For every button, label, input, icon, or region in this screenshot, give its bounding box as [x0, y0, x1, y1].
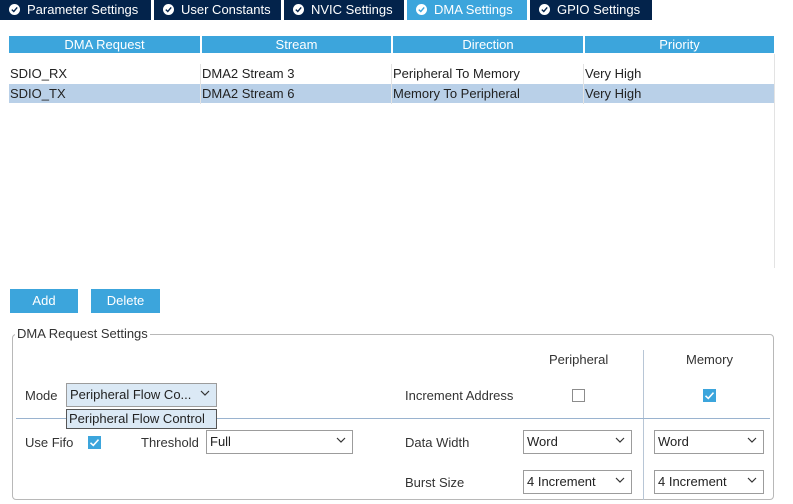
- use-fifo-checkbox[interactable]: [88, 436, 101, 449]
- chevron-down-icon: [200, 390, 210, 396]
- tab-dma-settings[interactable]: DMA Settings: [407, 0, 527, 20]
- data-width-label: Data Width: [405, 435, 470, 450]
- data-width-memory-select[interactable]: Word: [654, 430, 764, 454]
- group-title: DMA Request Settings: [15, 326, 150, 341]
- cell-stream: DMA2 Stream 3: [202, 66, 295, 81]
- column-header-direction[interactable]: Direction: [393, 36, 583, 53]
- column-divider: [200, 64, 201, 104]
- column-header-dma-request[interactable]: DMA Request: [9, 36, 200, 53]
- cell-dma-request: SDIO_RX: [10, 66, 68, 81]
- tab-label: User Constants: [181, 2, 271, 17]
- threshold-value: Full: [210, 434, 231, 449]
- threshold-select[interactable]: Full: [206, 430, 353, 454]
- burst-size-peripheral-select[interactable]: 4 Increment: [523, 470, 632, 494]
- delete-button[interactable]: Delete: [91, 289, 160, 313]
- cell-direction: Memory To Peripheral: [393, 86, 520, 101]
- chevron-down-icon: [615, 477, 625, 483]
- chevron-down-icon: [615, 437, 625, 443]
- checkmark-icon: [704, 392, 715, 400]
- tab-user-constants[interactable]: User Constants: [154, 0, 281, 20]
- cell-stream: DMA2 Stream 6: [202, 86, 295, 101]
- check-circle-icon: [9, 4, 20, 15]
- burst-size-memory-select[interactable]: 4 Increment: [654, 470, 764, 494]
- cell-priority: Very High: [585, 86, 642, 101]
- data-width-peripheral-value: Word: [527, 434, 558, 449]
- threshold-label: Threshold: [141, 435, 199, 450]
- column-header-priority[interactable]: Priority: [585, 36, 774, 53]
- burst-size-peripheral-value: 4 Increment: [527, 474, 596, 489]
- column-divider: [643, 350, 644, 500]
- cell-direction: Peripheral To Memory: [393, 66, 520, 81]
- data-width-peripheral-select[interactable]: Word: [523, 430, 632, 454]
- chevron-down-icon: [336, 437, 346, 443]
- add-button[interactable]: Add: [10, 289, 78, 313]
- tab-label: Parameter Settings: [27, 2, 139, 17]
- mode-value: Peripheral Flow Co...: [70, 387, 192, 402]
- tab-label: NVIC Settings: [311, 2, 393, 17]
- check-circle-icon: [293, 4, 304, 15]
- increment-peripheral-checkbox[interactable]: [572, 389, 585, 402]
- chevron-down-icon: [747, 477, 757, 483]
- check-circle-icon: [539, 4, 550, 15]
- tab-gpio-settings[interactable]: GPIO Settings: [530, 0, 652, 20]
- memory-column-label: Memory: [686, 352, 733, 367]
- burst-size-memory-value: 4 Increment: [658, 474, 727, 489]
- peripheral-column-label: Peripheral: [549, 352, 609, 367]
- column-divider: [583, 64, 584, 104]
- mode-option-peripheral-flow-control[interactable]: Peripheral Flow Control: [66, 409, 217, 429]
- column-divider: [391, 64, 392, 104]
- check-circle-icon: [163, 4, 174, 15]
- checkmark-icon: [89, 439, 100, 447]
- tab-parameter-settings[interactable]: Parameter Settings: [0, 0, 151, 20]
- tab-bar: Parameter Settings User Constants NVIC S…: [0, 0, 793, 20]
- mode-select[interactable]: Peripheral Flow Co...: [66, 383, 217, 407]
- tab-label: DMA Settings: [434, 2, 513, 17]
- use-fifo-label: Use Fifo: [25, 435, 74, 450]
- cell-priority: Very High: [585, 66, 642, 81]
- tab-nvic-settings[interactable]: NVIC Settings: [284, 0, 404, 20]
- check-circle-icon: [416, 4, 427, 15]
- chevron-down-icon: [747, 437, 757, 443]
- increment-address-label: Increment Address: [405, 388, 514, 403]
- tab-label: GPIO Settings: [557, 2, 641, 17]
- mode-label: Mode: [25, 388, 58, 403]
- column-header-stream[interactable]: Stream: [202, 36, 391, 53]
- burst-size-label: Burst Size: [405, 475, 465, 490]
- cell-dma-request: SDIO_TX: [10, 86, 66, 101]
- increment-memory-checkbox[interactable]: [703, 389, 716, 402]
- data-width-memory-value: Word: [658, 434, 689, 449]
- dma-request-table: SDIO_RX DMA2 Stream 3 Peripheral To Memo…: [9, 54, 775, 268]
